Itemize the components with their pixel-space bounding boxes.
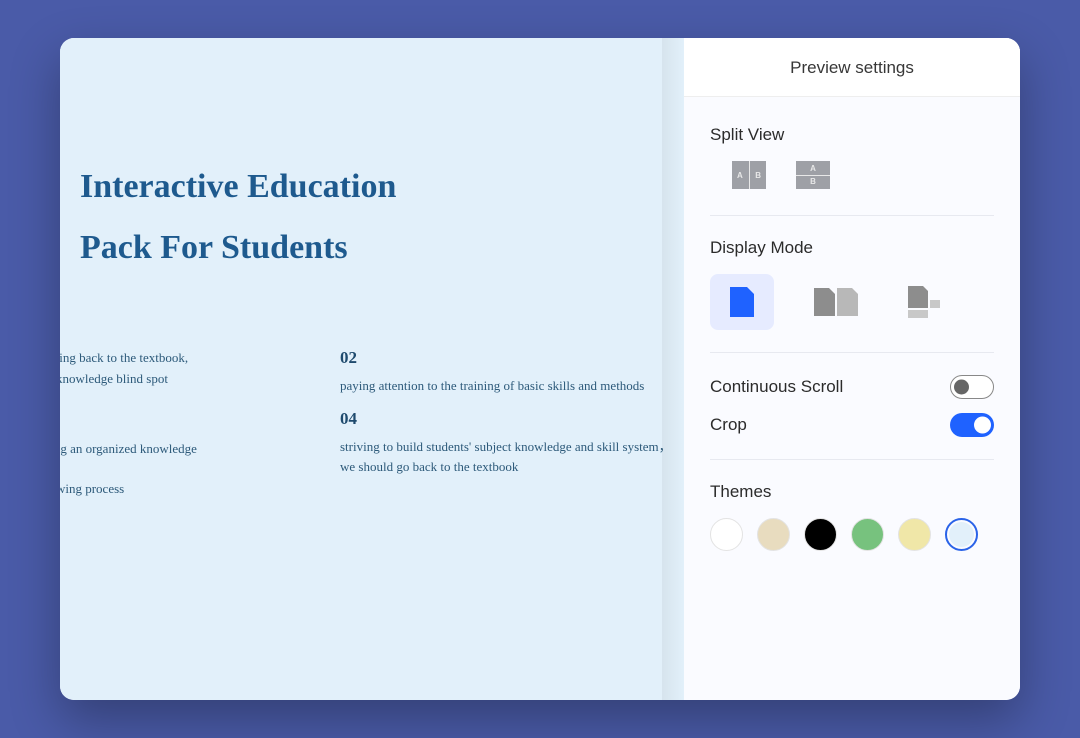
divider [710, 459, 994, 460]
title-line-2: Pack For Students [80, 229, 348, 266]
content-item-03: ructing an organized knowledge m. review… [60, 439, 300, 499]
content-item-01: on going back to the textbook, g no know… [60, 348, 300, 396]
split-vertical-icon[interactable]: AB [796, 161, 830, 189]
crop-row: Crop [710, 413, 994, 437]
theme-green[interactable] [851, 518, 884, 551]
item-desc: on going back to the textbook, g no know… [60, 348, 300, 388]
theme-swatches [710, 518, 994, 551]
divider [710, 352, 994, 353]
theme-black[interactable] [804, 518, 837, 551]
item-desc: paying attention to the training of basi… [340, 376, 684, 396]
document-preview: Interactive Education Pack For Students … [60, 38, 684, 700]
title-line-1: Interactive Education [80, 168, 396, 205]
settings-panel: Preview settings Split View AB AB Displa… [684, 38, 1020, 700]
content-item-02: 02 paying attention to the training of b… [340, 348, 684, 396]
content-grid: on going back to the textbook, g no know… [60, 348, 684, 499]
split-view-options: AB AB [710, 161, 994, 193]
theme-sepia[interactable] [757, 518, 790, 551]
display-mode-label: Display Mode [710, 238, 994, 258]
continuous-scroll-toggle[interactable] [950, 375, 994, 399]
split-horizontal-icon[interactable]: AB [732, 161, 766, 189]
item-desc: ructing an organized knowledge m. review… [60, 439, 300, 499]
panel-title: Preview settings [684, 38, 1020, 97]
crop-label: Crop [710, 415, 747, 435]
content-item-04: 04 striving to build students' subject k… [340, 409, 684, 499]
display-single-page-icon[interactable] [710, 274, 774, 330]
display-mode-options [710, 274, 994, 330]
display-two-page-icon[interactable] [804, 274, 868, 330]
panel-body: Split View AB AB Display Mode [684, 97, 1020, 700]
continuous-scroll-row: Continuous Scroll [710, 375, 994, 399]
item-number: 02 [340, 348, 684, 368]
document-title: Interactive Education Pack For Students [80, 156, 684, 278]
app-card: Interactive Education Pack For Students … [60, 38, 1020, 700]
theme-yellow[interactable] [898, 518, 931, 551]
item-number: 04 [340, 409, 684, 429]
item-desc: striving to build students' subject know… [340, 437, 684, 477]
themes-label: Themes [710, 482, 994, 502]
continuous-scroll-label: Continuous Scroll [710, 377, 843, 397]
crop-toggle[interactable] [950, 413, 994, 437]
theme-white[interactable] [710, 518, 743, 551]
display-cover-page-icon[interactable] [898, 274, 962, 330]
split-view-label: Split View [710, 125, 994, 145]
theme-blue[interactable] [945, 518, 978, 551]
divider [710, 215, 994, 216]
